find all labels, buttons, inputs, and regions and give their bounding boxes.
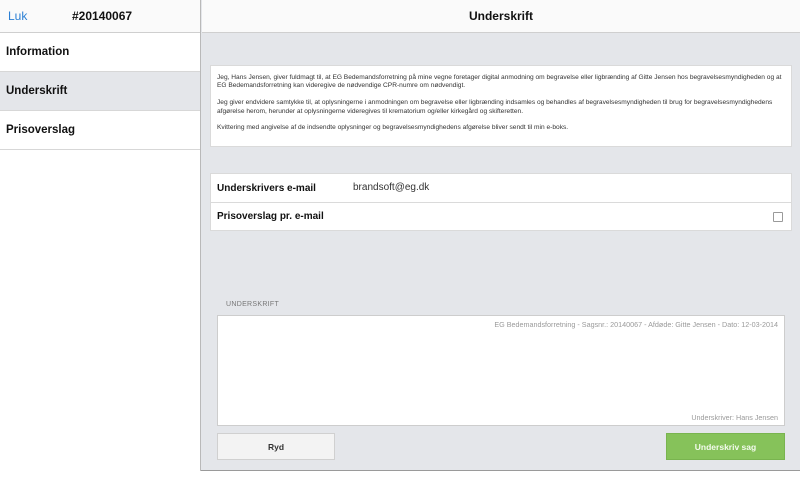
clear-button[interactable]: Ryd [217, 433, 335, 460]
quote-email-label: Prisoverslag pr. e-mail [217, 211, 324, 222]
email-label: Underskrivers e-mail [217, 182, 316, 194]
case-number: #20140067 [72, 9, 133, 23]
close-link[interactable]: Luk [8, 9, 27, 23]
sidebar-header: Luk #20140067 [0, 0, 200, 33]
signer-form: Underskrivers e-mail brandsoft@eg.dk Pri… [210, 173, 792, 231]
signature-signer: Underskriver: Hans Jensen [691, 413, 778, 422]
signature-meta: EG Bedemandsforretning - Sagsnr.: 201400… [494, 320, 778, 329]
consent-paragraph-3: Kvittering med angivelse af de indsendte… [217, 124, 569, 132]
app-window: Luk #20140067 Information Underskrift Pr… [0, 0, 800, 471]
consent-paragraph-2: Jeg giver endvidere samtykke til, at opl… [217, 99, 773, 115]
signature-pad[interactable]: EG Bedemandsforretning - Sagsnr.: 201400… [217, 315, 785, 426]
page-title: Underskrift [202, 0, 800, 33]
sign-case-button[interactable]: Underskriv sag [666, 433, 785, 460]
email-row: Underskrivers e-mail brandsoft@eg.dk [211, 174, 791, 202]
sidebar-item-underskrift[interactable]: Underskrift [0, 72, 200, 111]
quote-email-row: Prisoverslag pr. e-mail [211, 202, 791, 230]
signature-section-label: UNDERSKRIFT [226, 301, 280, 308]
quote-email-checkbox[interactable] [773, 212, 783, 222]
consent-text-box: Jeg, Hans Jensen, giver fuldmagt til, at… [210, 65, 792, 147]
consent-paragraph-1: Jeg, Hans Jensen, giver fuldmagt til, at… [217, 74, 782, 90]
sidebar-item-prisoverslag[interactable]: Prisoverslag [0, 111, 200, 150]
sidebar-item-information[interactable]: Information [0, 33, 200, 72]
case-sidebar: Luk #20140067 Information Underskrift Pr… [0, 0, 201, 471]
signature-panel: Underskrift Jeg, Hans Jensen, giver fuld… [202, 0, 800, 471]
email-field[interactable]: brandsoft@eg.dk [353, 182, 429, 193]
